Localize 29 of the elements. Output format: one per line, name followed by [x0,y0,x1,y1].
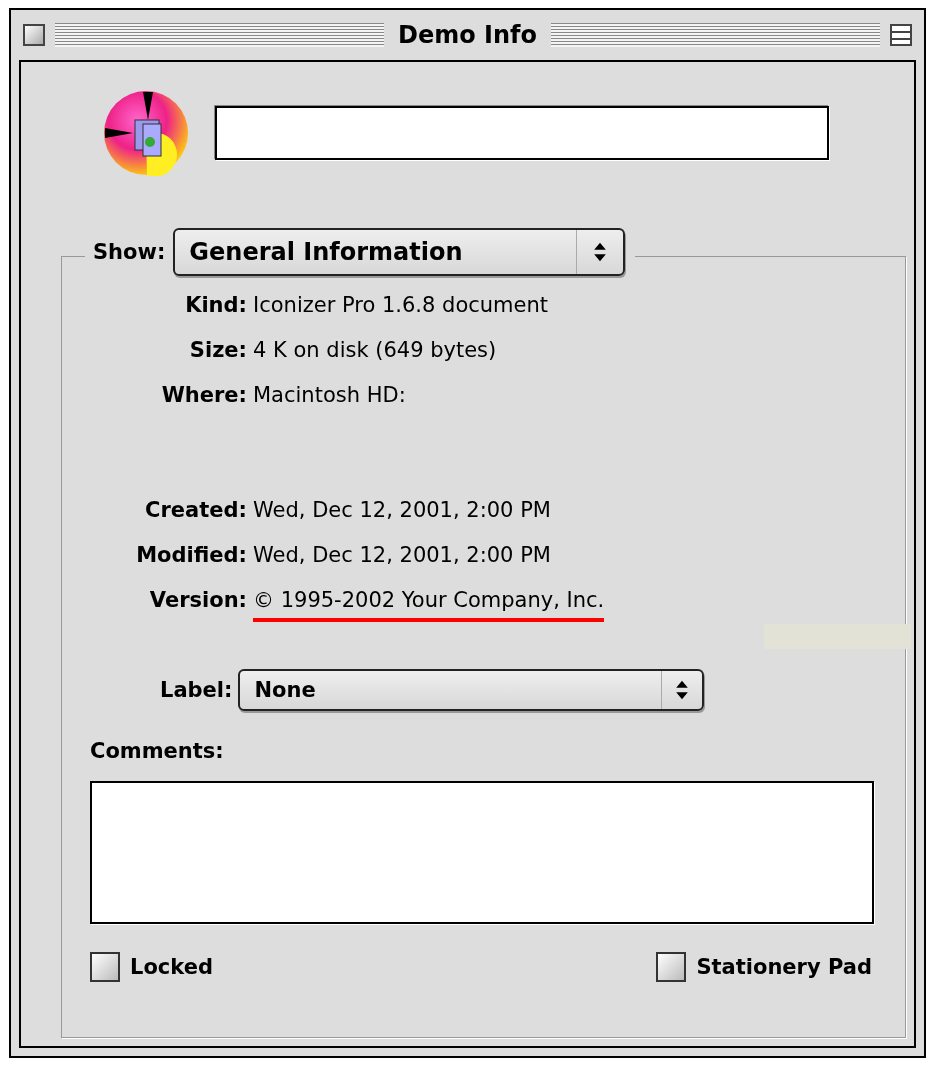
show-label: Show: [93,240,166,264]
field-value: Wed, Dec 12, 2001, 2:00 PM [253,543,551,567]
field-value: Wed, Dec 12, 2001, 2:00 PM [253,498,551,522]
field-label: Size: [188,338,247,362]
field-value: Macintosh HD: [253,383,406,407]
document-icon [103,90,189,176]
field-label: Kind: [184,293,247,317]
label-label: Label: [160,678,233,702]
up-down-arrows-icon [593,241,608,263]
field-label: Created: [144,498,247,522]
field-value: © 1995-2002 Your Company, Inc. [253,588,605,612]
checkbox-label: Stationery Pad [696,955,872,979]
window-title: Demo Info [397,21,538,49]
field-label: Modified: [135,543,247,567]
close-box[interactable] [23,24,45,46]
field-label: Where: [160,383,247,407]
label-popup[interactable]: None [238,669,705,711]
field-value: Iconizer Pro 1.6.8 document [253,293,549,317]
name-field[interactable] [215,106,829,160]
checkbox[interactable] [90,952,120,982]
comments-field[interactable] [90,781,874,924]
show-popup[interactable]: General Information [173,228,626,276]
checkbox[interactable] [656,952,687,982]
field-label: Version: [148,588,247,612]
field-value: 4 K on disk (649 bytes) [253,338,497,362]
collapse-box[interactable] [890,24,912,46]
checkbox-label: Locked [130,955,213,979]
comments-label: Comments: [90,739,225,763]
up-down-arrows-icon [675,679,690,701]
